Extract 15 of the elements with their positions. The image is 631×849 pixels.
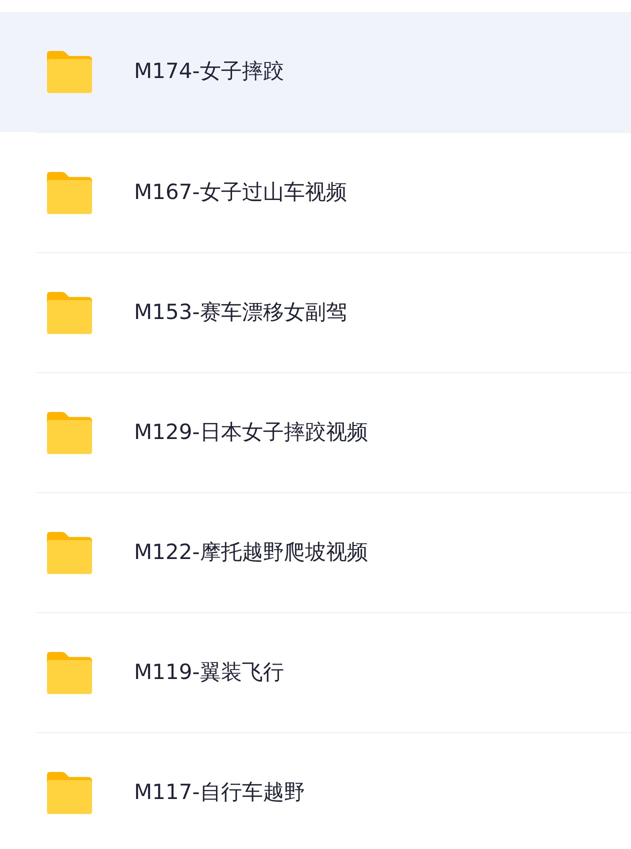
folder-name: M119-翼装飞行 (134, 658, 284, 686)
folder-name: M174-女子摔跤 (134, 58, 284, 86)
folder-icon (44, 530, 94, 574)
folder-name: M122-摩托越野爬坡视频 (134, 538, 368, 566)
folder-name: M167-女子过山车视频 (134, 178, 347, 206)
folder-name: M153-赛车漂移女副驾 (134, 298, 347, 326)
folder-icon (44, 410, 94, 454)
folder-name: M129-日本女子摔跤视频 (134, 418, 368, 446)
folder-icon (44, 770, 94, 814)
folder-icon (44, 290, 94, 334)
folder-name: M117-自行车越野 (134, 778, 305, 806)
folder-icon (44, 650, 94, 694)
folder-icon (44, 50, 94, 94)
folder-row[interactable]: M174-女子摔跤 (0, 12, 631, 132)
folder-icon (44, 170, 94, 214)
